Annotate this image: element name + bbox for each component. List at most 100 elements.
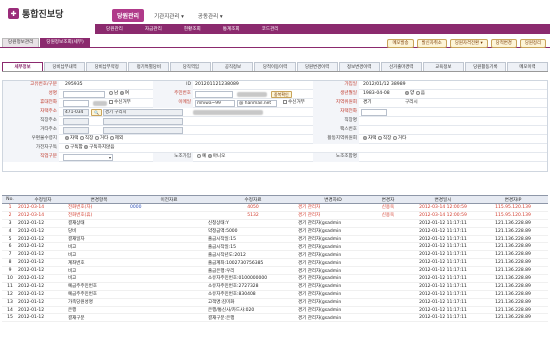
table-row[interactable]: 10 2012-01-12 비고 소유자주민번호:0100000000 경기 관리자(g… xyxy=(2,274,548,283)
col-item[interactable]: 변경항목 xyxy=(68,195,130,204)
topnav-common-mgmt[interactable]: 공동관리 ▾ xyxy=(194,11,227,21)
gender-male-radio[interactable] xyxy=(109,90,113,95)
tab-member-changes[interactable]: 당원변경이력 xyxy=(296,62,338,71)
table-row[interactable]: 14 2012-01-12 은행 은행/통신사/카드사:020 경기 관리자(gsadm… xyxy=(2,306,548,315)
mail-none-radio[interactable] xyxy=(109,135,114,140)
activity-home-radio[interactable] xyxy=(363,135,367,140)
mail-home-radio[interactable] xyxy=(65,135,69,140)
table-cell-user xyxy=(368,282,408,291)
tab-memo-history[interactable]: 메모이력 xyxy=(506,62,549,71)
email-reject-checkbox[interactable] xyxy=(283,99,287,104)
table-cell-no: 5 xyxy=(2,235,18,244)
table-row[interactable]: 1 2012-03-14 전화번호(자) 0000 4050 경기 관리자 신용욱 2012-… xyxy=(2,203,548,212)
union-yes-label: 예 xyxy=(202,154,207,159)
dup-check-button[interactable]: 중복확인 xyxy=(271,91,292,98)
mail-none-label: 제외 xyxy=(114,136,124,141)
subnav-status[interactable]: 현황조회 xyxy=(173,26,212,32)
tab-member-info[interactable]: 당원정보관리 xyxy=(2,38,40,47)
solar-radio[interactable] xyxy=(405,90,409,95)
tab-public-office[interactable]: 공직정보 xyxy=(212,62,254,71)
etc-address-field[interactable] xyxy=(103,127,183,134)
cancel-sender-button[interactable]: 발신자취소 xyxy=(416,39,447,48)
table-cell-next: 소유자주민번호:2727328 xyxy=(208,282,298,291)
send-memo-button[interactable]: 메모발송 xyxy=(387,39,414,48)
col-prev[interactable]: 이전자료 xyxy=(130,195,208,204)
etc-zip-field[interactable] xyxy=(63,127,89,134)
home-tel-field[interactable] xyxy=(361,109,387,116)
work-zip-field[interactable] xyxy=(63,118,89,125)
activity-etc-radio[interactable] xyxy=(392,135,397,140)
email-local-field[interactable]: mhiwa~99 xyxy=(195,100,235,107)
remove-member-button[interactable]: 당원정리 xyxy=(519,39,546,48)
lunar-radio[interactable] xyxy=(415,90,420,95)
topnav-member-mgmt[interactable]: 당원관리 xyxy=(112,9,145,22)
table-cell-ip: 121.136.228.89 xyxy=(478,290,548,299)
tab-election-history[interactable]: 선거출마경력 xyxy=(380,62,422,71)
activity-work-radio[interactable] xyxy=(377,135,382,140)
mail-etc-radio[interactable] xyxy=(94,135,99,140)
col-uid[interactable]: 변경자ID xyxy=(298,195,368,204)
table-cell-item: 비고 xyxy=(68,274,130,283)
col-no[interactable]: No. xyxy=(2,195,18,204)
topnav-bulletin-mgmt[interactable]: 기관지관리 ▾ xyxy=(150,11,188,21)
table-row[interactable]: 15 2012-01-12 결재구분 결재구분:은행 경기 관리자(gsadmin 201… xyxy=(2,313,548,323)
home-zip-field[interactable]: 471-034 xyxy=(63,109,89,116)
name-field[interactable] xyxy=(63,91,105,98)
tab-info-changes[interactable]: 정보변경이력 xyxy=(338,62,380,71)
tab-transfer-history[interactable]: 당적이동이력 xyxy=(254,62,296,71)
home-address-field[interactable]: 경기 구리시 xyxy=(103,109,183,116)
table-cell-next: 출금시작년도:2012 xyxy=(208,250,298,260)
sms-reject-checkbox[interactable] xyxy=(109,99,113,104)
resident-no-field[interactable] xyxy=(195,91,233,98)
email-domain-field[interactable]: @ hanmail.net xyxy=(237,100,277,107)
tab-member-detail[interactable]: 당원정보조회(세부) xyxy=(40,38,90,47)
section-tabs: 세부정보 당비납부내역 당비납부약정 정기특별당비 당직역임 공직정보 당적이동… xyxy=(2,62,549,72)
table-row[interactable]: 2 2012-03-14 전화번호(휴) 5132 경기 관리자 신용욱 2012-03-1… xyxy=(2,211,548,220)
table-cell-next: 소유자주민번호:0100000000 xyxy=(208,274,298,283)
zip-search-icon[interactable]: 🔍 xyxy=(91,109,102,116)
tab-special-fee[interactable]: 정기특별당비 xyxy=(128,62,170,71)
table-cell-no: 12 xyxy=(2,290,18,299)
tab-activity-log[interactable]: 당원활동기록 xyxy=(464,62,506,71)
col-date[interactable]: 수정일자 xyxy=(18,195,68,204)
subnav-stats[interactable]: 통계조회 xyxy=(212,26,251,32)
party-logo[interactable]: ✚ 통합진보당 xyxy=(8,7,63,20)
col-user[interactable]: 변경자 xyxy=(368,195,408,204)
table-row[interactable]: 13 2012-01-12 가족당원성명 고객명:김미화 경기 관리자(gsadmin 2… xyxy=(2,298,548,307)
work-address-field[interactable] xyxy=(103,118,183,125)
tab-education[interactable]: 교육정보 xyxy=(422,62,464,71)
tab-fee-history[interactable]: 당비납부내역 xyxy=(44,62,86,71)
job-select[interactable] xyxy=(63,154,113,161)
mail-work-radio[interactable] xyxy=(79,135,84,140)
table-row[interactable]: 7 2012-01-12 비고 출금시작년도:2012 경기 관리자(gsadmin 20… xyxy=(2,250,548,260)
subscribe-no-radio[interactable] xyxy=(84,144,89,149)
table-row[interactable]: 6 2012-01-12 비고 출금시작일:15 경기 관리자(gsadmin 2012-… xyxy=(2,242,548,252)
tab-fee-pledge[interactable]: 당비납부약정 xyxy=(86,62,128,71)
col-time[interactable]: 변경일시 xyxy=(408,195,478,204)
union-yes-radio[interactable] xyxy=(197,153,201,158)
table-row[interactable]: 4 2012-01-12 당비 약정금액:5000 경기 관리자(gsadmin 2012… xyxy=(2,227,548,236)
subnav-codes[interactable]: 코드관리 xyxy=(251,26,290,32)
form-row: 직업구분 노조가입 예 아니오 노조조합명 xyxy=(3,153,547,162)
table-row[interactable]: 8 2012-01-12 계좌번호 출금계좌:1002730756385 경기 관리자(… xyxy=(2,258,548,268)
table-row[interactable]: 9 2012-01-12 비고 출금은행:우리 경기 관리자(gsadmin 2012-0… xyxy=(2,266,548,276)
change-party-button[interactable]: 당적변경 xyxy=(490,39,517,48)
table-row[interactable]: 12 2012-01-12 예금주주민번호 소유자주민번호:830408 경기 관리자(… xyxy=(2,290,548,299)
subnav-member[interactable]: 당원관리 xyxy=(95,26,134,32)
col-next[interactable]: 수정자료 xyxy=(208,195,298,204)
mobile-prefix-field[interactable] xyxy=(63,100,89,107)
convert-status-button[interactable]: 당원자격전환 ▾ xyxy=(449,39,488,48)
table-row[interactable]: 3 2012-01-12 결재상태 신청상태:Y 경기 관리자(gsadmin 2012-… xyxy=(2,219,548,228)
table-cell-item: 결재상태 xyxy=(68,219,130,228)
union-no-radio[interactable] xyxy=(207,153,212,158)
home-address-label: 자택주소 xyxy=(3,108,59,117)
table-row[interactable]: 11 2012-01-12 예금주주민번호 소유자주민번호:2727328 경기 관리자… xyxy=(2,282,548,291)
gender-female-radio[interactable] xyxy=(119,90,124,95)
tab-party-posts[interactable]: 당직역임 xyxy=(170,62,212,71)
sub-nav: 당원관리 자금관리 현황조회 통계조회 코드관리 xyxy=(95,24,550,34)
subnav-funds[interactable]: 자금관리 xyxy=(134,26,173,32)
tab-details[interactable]: 세부정보 xyxy=(2,62,44,71)
subscribe-yes-radio[interactable] xyxy=(65,144,69,149)
table-row[interactable]: 5 2012-01-12 결재일자 출금시작일:15 경기 관리자(gsadmin 201… xyxy=(2,235,548,244)
col-ip[interactable]: 변경자IP xyxy=(478,195,548,204)
